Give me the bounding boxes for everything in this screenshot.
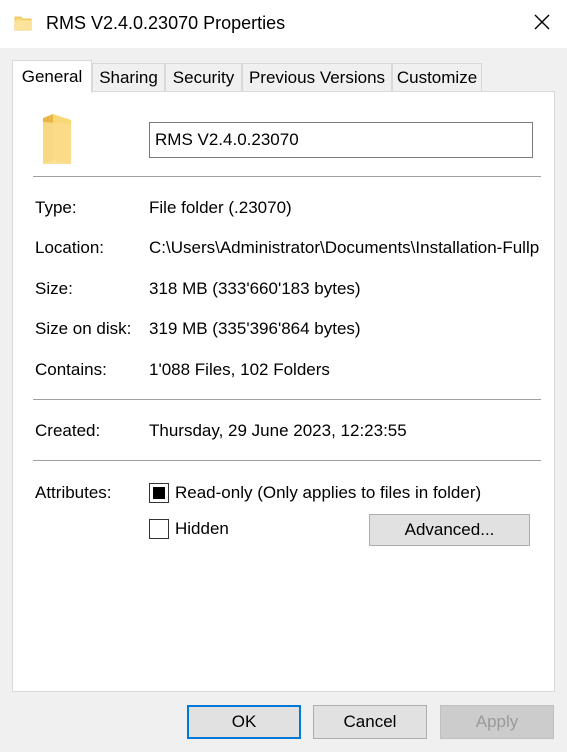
- hidden-label[interactable]: Hidden: [175, 519, 229, 539]
- created-label: Created:: [35, 421, 101, 440]
- separator: [33, 399, 541, 400]
- advanced-button[interactable]: Advanced...: [369, 514, 530, 546]
- ok-button[interactable]: OK: [187, 705, 301, 739]
- size-on-disk-label: Size on disk:: [35, 319, 132, 338]
- location-value: C:\Users\Administrator\Documents\Install…: [149, 238, 539, 257]
- attributes-label: Attributes:: [35, 483, 112, 502]
- close-icon: [533, 13, 551, 36]
- type-label: Type:: [35, 198, 77, 217]
- title-bar[interactable]: RMS V2.4.0.23070 Properties: [0, 0, 567, 48]
- close-button[interactable]: [517, 0, 567, 48]
- contains-label: Contains:: [35, 360, 107, 379]
- readonly-label[interactable]: Read-only (Only applies to files in fold…: [175, 483, 481, 503]
- created-value: Thursday, 29 June 2023, 12:23:55: [149, 421, 407, 440]
- size-label: Size:: [35, 279, 73, 298]
- size-value: 318 MB (333'660'183 bytes): [149, 279, 361, 298]
- cancel-button[interactable]: Cancel: [313, 705, 427, 739]
- general-panel: Type: File folder (.23070) Location: C:\…: [12, 91, 555, 692]
- tab-label: Sharing: [99, 67, 158, 87]
- location-label: Location:: [35, 238, 104, 257]
- separator: [33, 176, 541, 177]
- tab-sharing[interactable]: Sharing: [92, 63, 165, 91]
- tab-label: Security: [172, 67, 235, 87]
- apply-button[interactable]: Apply: [440, 705, 554, 739]
- window-title: RMS V2.4.0.23070 Properties: [46, 13, 286, 33]
- folder-icon: [41, 114, 75, 164]
- tab-label: General: [21, 67, 83, 86]
- properties-window: RMS V2.4.0.23070 Properties General Shar…: [0, 0, 567, 752]
- contains-value: 1'088 Files, 102 Folders: [149, 360, 330, 379]
- hidden-checkbox[interactable]: [149, 519, 169, 539]
- readonly-checkbox[interactable]: [149, 483, 169, 503]
- indeterminate-mark: [153, 487, 165, 499]
- tab-customize[interactable]: Customize: [392, 63, 482, 91]
- tab-previous-versions[interactable]: Previous Versions: [242, 63, 392, 91]
- separator: [33, 460, 541, 461]
- tab-security[interactable]: Security: [165, 63, 242, 91]
- folder-name-input[interactable]: [149, 122, 533, 158]
- tab-label: Previous Versions: [248, 67, 386, 87]
- type-value: File folder (.23070): [149, 198, 292, 217]
- size-on-disk-value: 319 MB (335'396'864 bytes): [149, 319, 361, 338]
- tab-label: Customize: [396, 67, 478, 87]
- folder-icon: [14, 14, 32, 32]
- tab-general[interactable]: General: [12, 60, 92, 93]
